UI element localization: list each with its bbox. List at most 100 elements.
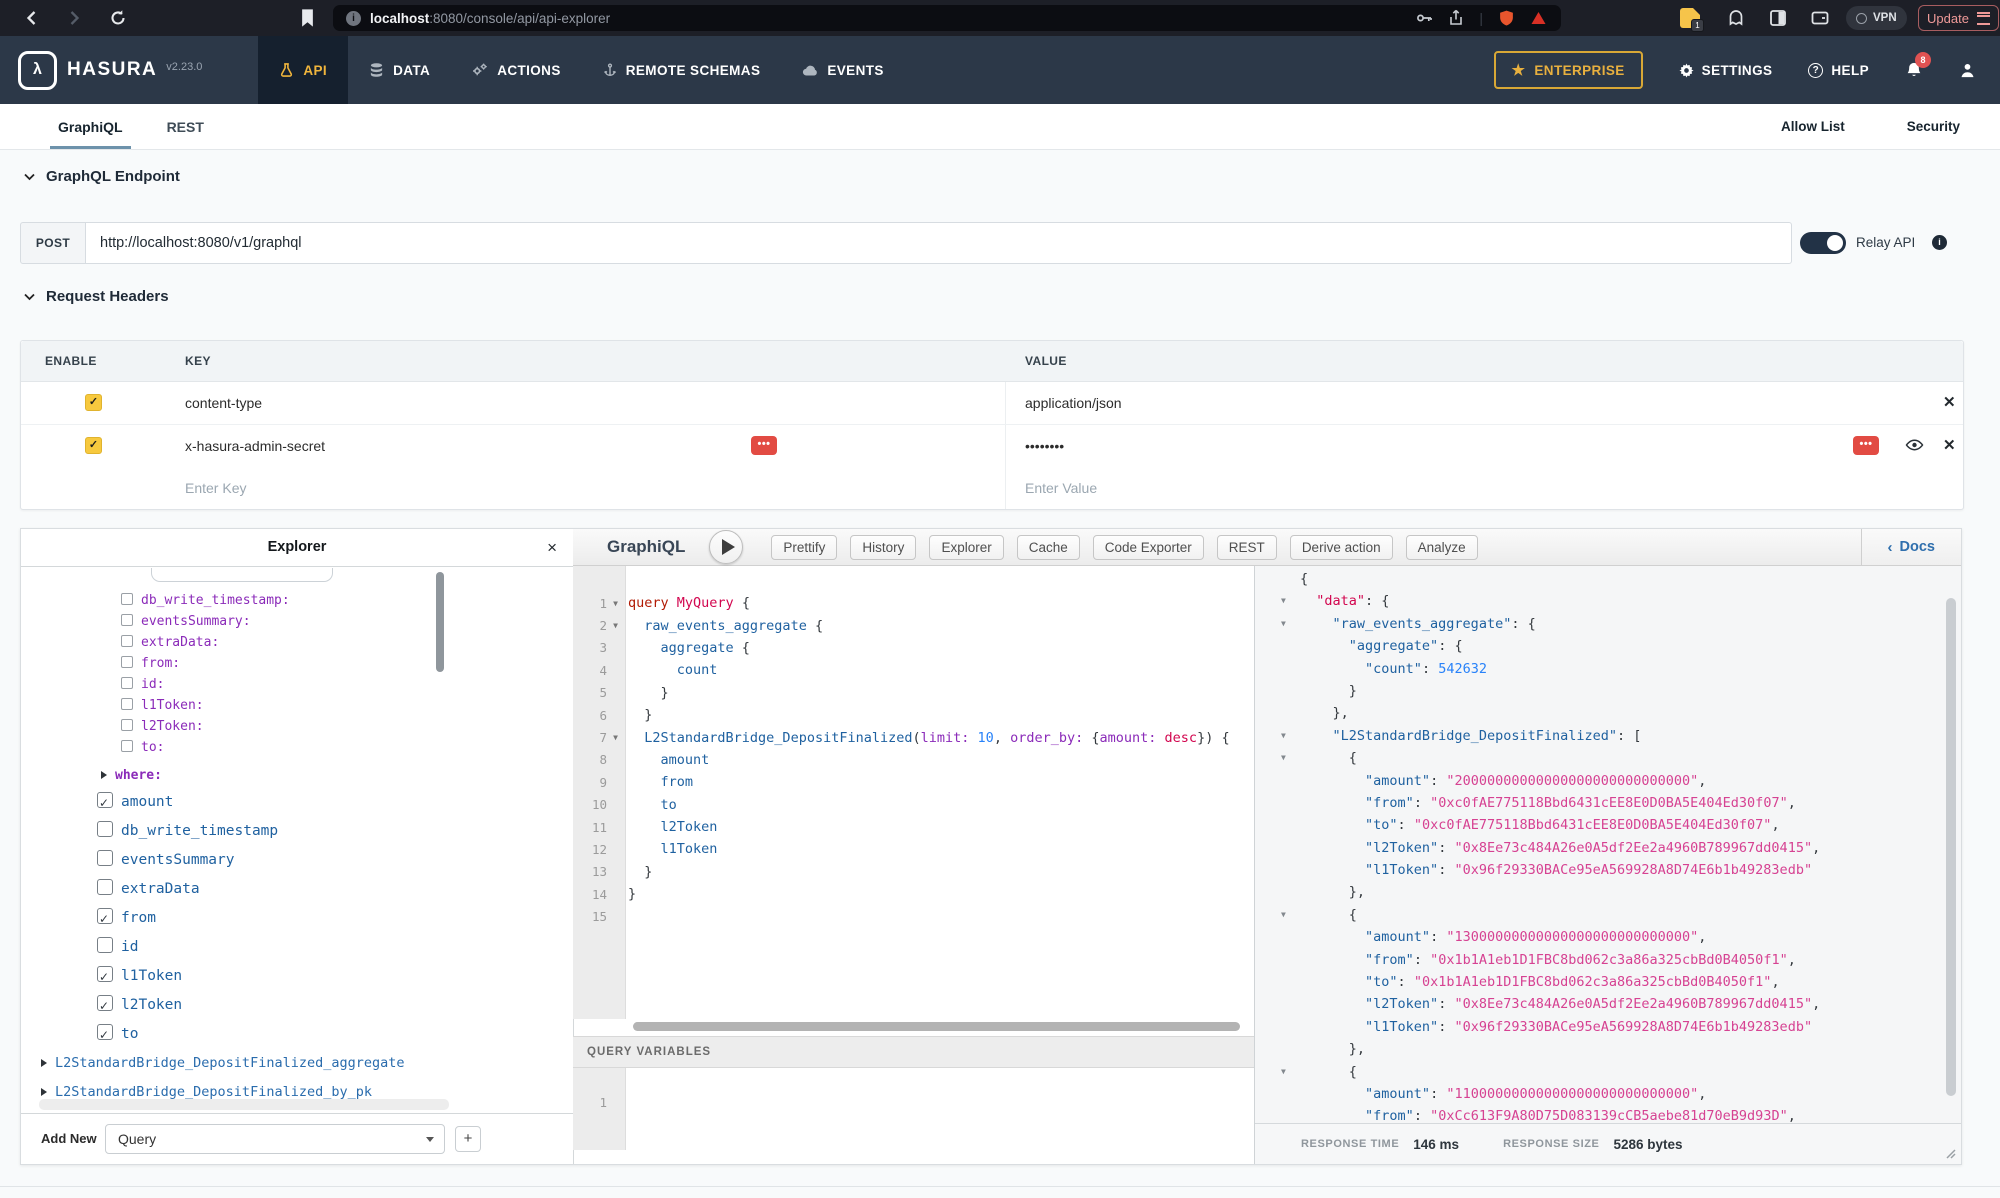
key-input[interactable]: Enter Key bbox=[185, 467, 246, 509]
menu-icon[interactable] bbox=[1977, 12, 1990, 25]
docs-button[interactable]: ‹ Docs bbox=[1861, 529, 1961, 565]
explorer-collapsed-item[interactable]: L2StandardBridge_DepositFinalized_aggreg… bbox=[21, 1049, 573, 1078]
notifications-button[interactable]: 8 bbox=[1905, 61, 1923, 80]
cache-button[interactable]: Cache bbox=[1017, 535, 1080, 560]
explorer-arg-label[interactable]: extraData: bbox=[141, 635, 219, 650]
checkbox-icon[interactable] bbox=[97, 821, 113, 837]
endpoint-section-header[interactable]: GraphQL Endpoint bbox=[24, 168, 180, 185]
checkbox-icon[interactable] bbox=[121, 740, 133, 752]
scrollbar-thumb[interactable] bbox=[633, 1022, 1240, 1031]
checkbox-icon[interactable] bbox=[121, 593, 133, 605]
help-button[interactable]: ? HELP bbox=[1808, 63, 1869, 78]
enterprise-button[interactable]: ★ENTERPRISE bbox=[1494, 51, 1643, 89]
enable-checkbox[interactable]: ✓ bbox=[85, 394, 102, 411]
back-icon[interactable] bbox=[22, 8, 42, 28]
header-value-input[interactable]: •••••••• bbox=[1025, 425, 1064, 467]
operation-type-select[interactable]: Query bbox=[105, 1124, 445, 1154]
checkbox-icon[interactable] bbox=[97, 937, 113, 953]
add-operation-button[interactable]: + bbox=[455, 1126, 481, 1152]
extension-notes-icon[interactable]: 1 bbox=[1680, 8, 1700, 28]
relay-info-icon[interactable]: i bbox=[1932, 235, 1947, 250]
settings-button[interactable]: SETTINGS bbox=[1679, 63, 1773, 78]
forward-icon[interactable] bbox=[64, 8, 84, 28]
prettify-button[interactable]: Prettify bbox=[771, 535, 837, 560]
header-key-input[interactable]: content-type bbox=[185, 382, 262, 424]
explorer-field-label[interactable]: extraData bbox=[121, 881, 200, 897]
checkbox-icon[interactable] bbox=[121, 614, 133, 626]
security-link[interactable]: Security bbox=[1907, 119, 1960, 134]
remove-header-icon[interactable]: ✕ bbox=[1943, 425, 1956, 467]
explorer-arg-label[interactable]: eventsSummary: bbox=[141, 614, 251, 629]
explorer-arg-label[interactable]: db_write_timestamp: bbox=[141, 593, 290, 608]
user-menu[interactable] bbox=[1959, 62, 1976, 79]
checkbox-icon[interactable] bbox=[121, 635, 133, 647]
analyze-button[interactable]: Analyze bbox=[1406, 535, 1478, 560]
checkbox-icon[interactable] bbox=[97, 966, 113, 982]
rest-button[interactable]: REST bbox=[1217, 535, 1277, 560]
explorer-button[interactable]: Explorer bbox=[929, 535, 1003, 560]
response-scrollbar[interactable] bbox=[1946, 598, 1956, 1096]
nav-tab-data[interactable]: DATA bbox=[348, 36, 451, 104]
checkbox-icon[interactable] bbox=[121, 698, 133, 710]
reload-icon[interactable] bbox=[108, 8, 128, 28]
endpoint-url-input[interactable]: http://localhost:8080/v1/graphql bbox=[85, 222, 1792, 264]
explorer-arg-label[interactable]: from: bbox=[141, 656, 180, 671]
url-bar[interactable]: i localhost:8080/console/api/api-explore… bbox=[333, 5, 1561, 31]
checkbox-icon[interactable] bbox=[121, 677, 133, 689]
nav-tab-remote-schemas[interactable]: REMOTE SCHEMAS bbox=[582, 36, 782, 104]
explorer-horizontal-scrollbar[interactable] bbox=[39, 1099, 449, 1110]
relay-api-toggle[interactable] bbox=[1800, 232, 1846, 254]
query-variables-header[interactable]: QUERY VARIABLES bbox=[573, 1036, 1254, 1068]
checkbox-icon[interactable] bbox=[97, 995, 113, 1011]
checkbox-icon[interactable] bbox=[121, 656, 133, 668]
site-info-icon[interactable]: i bbox=[346, 11, 361, 26]
explorer-scrollbar[interactable] bbox=[436, 572, 444, 672]
explorer-field-label[interactable]: l1Token bbox=[121, 968, 182, 984]
extension-icon[interactable] bbox=[1726, 8, 1746, 28]
bookmark-icon[interactable] bbox=[300, 8, 315, 28]
value-input[interactable]: Enter Value bbox=[1025, 467, 1097, 509]
explorer-field-label[interactable]: from bbox=[121, 910, 156, 926]
response-json[interactable]: {▼ "data": {▼ "raw_events_aggregate": { … bbox=[1255, 566, 1961, 1128]
reveal-eye-icon[interactable] bbox=[1905, 437, 1924, 453]
code-exporter-button[interactable]: Code Exporter bbox=[1093, 535, 1204, 560]
resize-handle[interactable] bbox=[1944, 1147, 1956, 1159]
explorer-field-label[interactable]: l2Token bbox=[121, 997, 182, 1013]
nav-tab-events[interactable]: EVENTS bbox=[781, 36, 904, 104]
explorer-field-label[interactable]: amount bbox=[121, 794, 173, 810]
warning-triangle-icon[interactable] bbox=[1530, 10, 1547, 26]
enable-checkbox[interactable]: ✓ bbox=[85, 437, 102, 454]
checkbox-icon[interactable] bbox=[97, 792, 113, 808]
nav-tab-actions[interactable]: ACTIONS bbox=[451, 36, 582, 104]
share-icon[interactable] bbox=[1448, 9, 1464, 27]
explorer-field-label[interactable]: db_write_timestamp bbox=[121, 823, 278, 839]
editor-horizontal-scrollbar[interactable] bbox=[573, 1021, 1254, 1032]
explorer-arg-label[interactable]: id: bbox=[141, 677, 164, 692]
derive-action-button[interactable]: Derive action bbox=[1290, 535, 1393, 560]
tab-graphiql[interactable]: GraphiQL bbox=[58, 104, 123, 149]
split-view-icon[interactable] bbox=[1768, 8, 1788, 28]
history-button[interactable]: History bbox=[850, 535, 916, 560]
explorer-arg-label[interactable]: l1Token: bbox=[141, 698, 204, 713]
explorer-field-label[interactable]: eventsSummary bbox=[121, 852, 235, 868]
checkbox-icon[interactable] bbox=[97, 908, 113, 924]
nav-tab-api[interactable]: API bbox=[258, 36, 348, 104]
explorer-arg-label[interactable]: l2Token: bbox=[141, 719, 204, 734]
secret-badge[interactable]: ••• bbox=[1853, 436, 1879, 455]
password-key-icon[interactable] bbox=[1415, 9, 1433, 27]
checkbox-icon[interactable] bbox=[121, 719, 133, 731]
checkbox-icon[interactable] bbox=[97, 850, 113, 866]
close-icon[interactable]: × bbox=[547, 529, 557, 566]
update-button[interactable]: Update bbox=[1918, 5, 1999, 31]
explorer-field-tree[interactable]: db_write_timestamp: eventsSummary: extraDa… bbox=[21, 566, 573, 1114]
checkbox-icon[interactable] bbox=[97, 1024, 113, 1040]
execute-query-button[interactable] bbox=[709, 530, 743, 564]
header-value-input[interactable]: application/json bbox=[1025, 382, 1122, 424]
secret-badge[interactable]: ••• bbox=[751, 436, 777, 455]
brave-shield-icon[interactable] bbox=[1498, 9, 1515, 27]
checkbox-icon[interactable] bbox=[97, 879, 113, 895]
query-variables-editor[interactable]: 1 bbox=[573, 1068, 1254, 1150]
header-key-input[interactable]: x-hasura-admin-secret bbox=[185, 425, 325, 467]
explorer-field-label[interactable]: id bbox=[121, 939, 138, 955]
wallet-icon[interactable] bbox=[1810, 8, 1830, 28]
